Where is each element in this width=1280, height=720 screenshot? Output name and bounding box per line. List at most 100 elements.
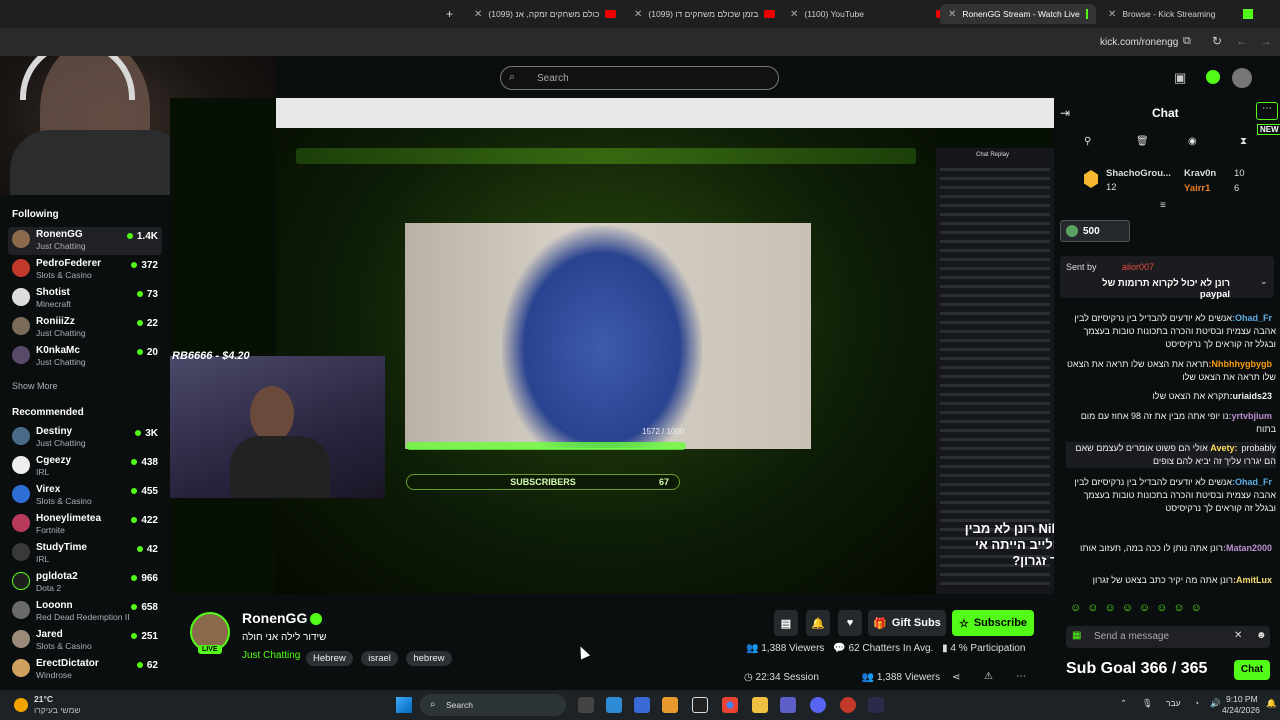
pin-icon[interactable]: ⚲	[1084, 136, 1091, 147]
sidebar-item-cgeezy[interactable]: Cgeezy IRL 438	[8, 453, 162, 481]
chat-username[interactable]: uriaids23:	[1229, 391, 1272, 401]
video-player[interactable]: Chat Replay 1572 / 1000 SUBSCRIBERS 67 R…	[170, 98, 1054, 594]
chat-username[interactable]: Ohad_Fr:	[1232, 313, 1272, 323]
browser-tab[interactable]: ✕ (1099) כולם משחקים זמקה, אנ	[466, 4, 624, 24]
browser-tab[interactable]: ✕ (1099) בזמן שכולם משחקים דו	[626, 4, 783, 24]
sidebar-item-jared[interactable]: Jared Slots & Casino 251	[8, 627, 162, 655]
clip-button[interactable]: ▤	[774, 610, 798, 636]
expand-icon[interactable]: ≡	[1160, 200, 1166, 211]
microphone-icon[interactable]: 🎙	[1142, 698, 1153, 709]
install-icon[interactable]: ⧉	[1183, 35, 1191, 48]
close-icon[interactable]: ✕	[948, 9, 956, 20]
emoji-icon[interactable]: ☻	[1256, 630, 1267, 641]
app-icon[interactable]	[692, 697, 708, 713]
sidebar-item-looonn[interactable]: Looonn Red Dead Redemption II 658	[8, 598, 162, 626]
theater-icon[interactable]: ▣	[1174, 70, 1186, 86]
close-icon[interactable]: ✕	[634, 9, 642, 20]
wifi-icon[interactable]: ◔	[1194, 698, 1199, 708]
leader-value: 6	[1234, 183, 1240, 194]
hourglass-icon[interactable]: ⧗	[1240, 136, 1247, 147]
forward-icon[interactable]: →	[1260, 34, 1272, 48]
chat-menu-button[interactable]: ⋯	[1256, 102, 1278, 120]
chevron-down-icon[interactable]: ⌄	[1260, 276, 1268, 287]
trash-icon[interactable]: 🗑	[1136, 136, 1149, 147]
reload-icon[interactable]: ↻	[1212, 34, 1222, 48]
browser-tab[interactable]: ✕ (1100) YouTube	[782, 4, 955, 24]
subscribe-button[interactable]: ☆ Subscribe	[952, 610, 1034, 636]
app-icon[interactable]	[662, 697, 678, 713]
report-icon[interactable]: ⚠	[984, 671, 993, 682]
discord-icon[interactable]	[810, 697, 826, 713]
chat-username[interactable]: yrtvbjium:	[1228, 411, 1272, 421]
chrome-icon[interactable]	[722, 697, 738, 713]
clock-date[interactable]: 4/24/2026	[1222, 705, 1260, 715]
edge-icon[interactable]	[606, 697, 622, 713]
collapse-chat-icon[interactable]: ⇥	[1060, 106, 1070, 120]
sidebar-item-destiny[interactable]: Destiny Just Chatting 3K	[8, 424, 162, 452]
sidebar-item-shotist[interactable]: Shotist Minecraft 73	[8, 285, 162, 313]
browser-tab[interactable]: ✕ Browse - Kick Streaming	[1100, 4, 1261, 24]
close-icon[interactable]: ✕	[1108, 9, 1116, 20]
kicks-badge[interactable]: 500	[1060, 220, 1130, 242]
file-explorer-icon[interactable]	[752, 697, 768, 713]
stream-title: שידור לילה אני חולה	[242, 632, 327, 643]
chat-username[interactable]: Avety:	[1210, 443, 1237, 453]
share-icon[interactable]: ⋖	[952, 672, 960, 683]
verified-icon	[310, 613, 322, 625]
close-icon[interactable]: ✕	[790, 9, 798, 20]
translate-icon[interactable]: ✕	[1234, 630, 1242, 641]
task-view-icon[interactable]	[578, 697, 594, 713]
channel-name[interactable]: RonenGG	[242, 610, 307, 626]
windows-start-icon[interactable]	[396, 697, 412, 713]
sidebar-item-pgldota2[interactable]: pgldota2 Dota 2 966	[8, 569, 162, 597]
chat-input[interactable]: ▦ Send a message ✕ ☻	[1066, 626, 1270, 648]
language-indicator[interactable]: עבר	[1166, 698, 1181, 708]
sidebar: Following RonenGG Just Chatting 1.4K Ped…	[0, 195, 170, 690]
sidebar-item-studytime[interactable]: StudyTime IRL 42	[8, 540, 162, 568]
chat-messages: Ohad_Fr:אנשים לא יודעים להבדיל בין נרקיס…	[1054, 312, 1280, 594]
chat-username[interactable]: Matan2000:	[1223, 543, 1272, 553]
chat-text: רונן אתה מה יקיר כתב בצאט של זגרון	[1092, 575, 1233, 585]
show-more-link[interactable]: Show More	[12, 381, 58, 391]
app-icon[interactable]	[868, 697, 884, 713]
avatar	[12, 543, 30, 561]
app-icon[interactable]	[840, 697, 856, 713]
notifications-button[interactable]: 🔔	[806, 610, 830, 636]
taskbar-search[interactable]: ⌕ Search	[420, 694, 566, 716]
gift-subs-button[interactable]: 🎁 Gift Subs	[868, 610, 946, 636]
store-icon[interactable]	[634, 697, 650, 713]
close-icon[interactable]: ✕	[474, 9, 482, 20]
sidebar-item-k0nkamc[interactable]: K0nkaMc Just Chatting 20	[8, 343, 162, 371]
more-icon[interactable]: ⋯	[1016, 671, 1026, 682]
volume-icon[interactable]: 🔊	[1210, 698, 1221, 709]
new-tab-icon[interactable]: +	[446, 7, 453, 21]
sidebar-item-virex[interactable]: Virex Slots & Casino 455	[8, 482, 162, 510]
chat-username[interactable]: Ohad_Fr:	[1232, 477, 1272, 487]
emote-picker-icon[interactable]: ▦	[1072, 630, 1081, 641]
chat-bubble-icon[interactable]: ◉	[1188, 136, 1197, 147]
tag[interactable]: israel	[361, 651, 398, 666]
sidebar-item-erectdictator[interactable]: ErectDictator Windrose 62	[8, 656, 162, 684]
chat-username[interactable]: Nhbhhygbygb:	[1209, 359, 1273, 369]
category-link[interactable]: Just Chatting	[242, 650, 300, 661]
sidebar-item-ronengg[interactable]: RonenGG Just Chatting 1.4K	[8, 227, 162, 255]
browser-tab-active[interactable]: ✕ RonenGG Stream - Watch Live	[940, 4, 1096, 24]
follow-button[interactable]: ♥	[838, 610, 862, 636]
send-chat-button[interactable]: Chat	[1234, 660, 1270, 680]
avatar[interactable]	[1232, 68, 1252, 88]
url-text[interactable]: kick.com/ronengg	[1100, 37, 1178, 48]
chat-username[interactable]: AmitLux:	[1233, 575, 1272, 585]
chevron-up-icon[interactable]: ⌃	[1120, 698, 1127, 709]
kick-logo-icon[interactable]	[1206, 70, 1220, 84]
back-icon[interactable]: ←	[1236, 34, 1248, 48]
teams-icon[interactable]	[780, 697, 796, 713]
emote-bar[interactable]: ☺☺☺☺☺☺☺☺	[1070, 602, 1270, 616]
tag[interactable]: hebrew	[406, 651, 452, 666]
sidebar-item-honeylimetea[interactable]: Honeylimetea Fortnite 422	[8, 511, 162, 539]
sidebar-item-roniiizz[interactable]: RoniiiZz Just Chatting 22	[8, 314, 162, 342]
clock-time[interactable]: 9:10 PM	[1226, 694, 1258, 704]
sidebar-item-pedrofederer[interactable]: PedroFederer Slots & Casino 372	[8, 256, 162, 284]
search-input[interactable]: ⌕ Search	[500, 66, 779, 90]
notification-bell-icon[interactable]: 🔔	[1266, 698, 1277, 709]
tag[interactable]: Hebrew	[306, 651, 353, 666]
